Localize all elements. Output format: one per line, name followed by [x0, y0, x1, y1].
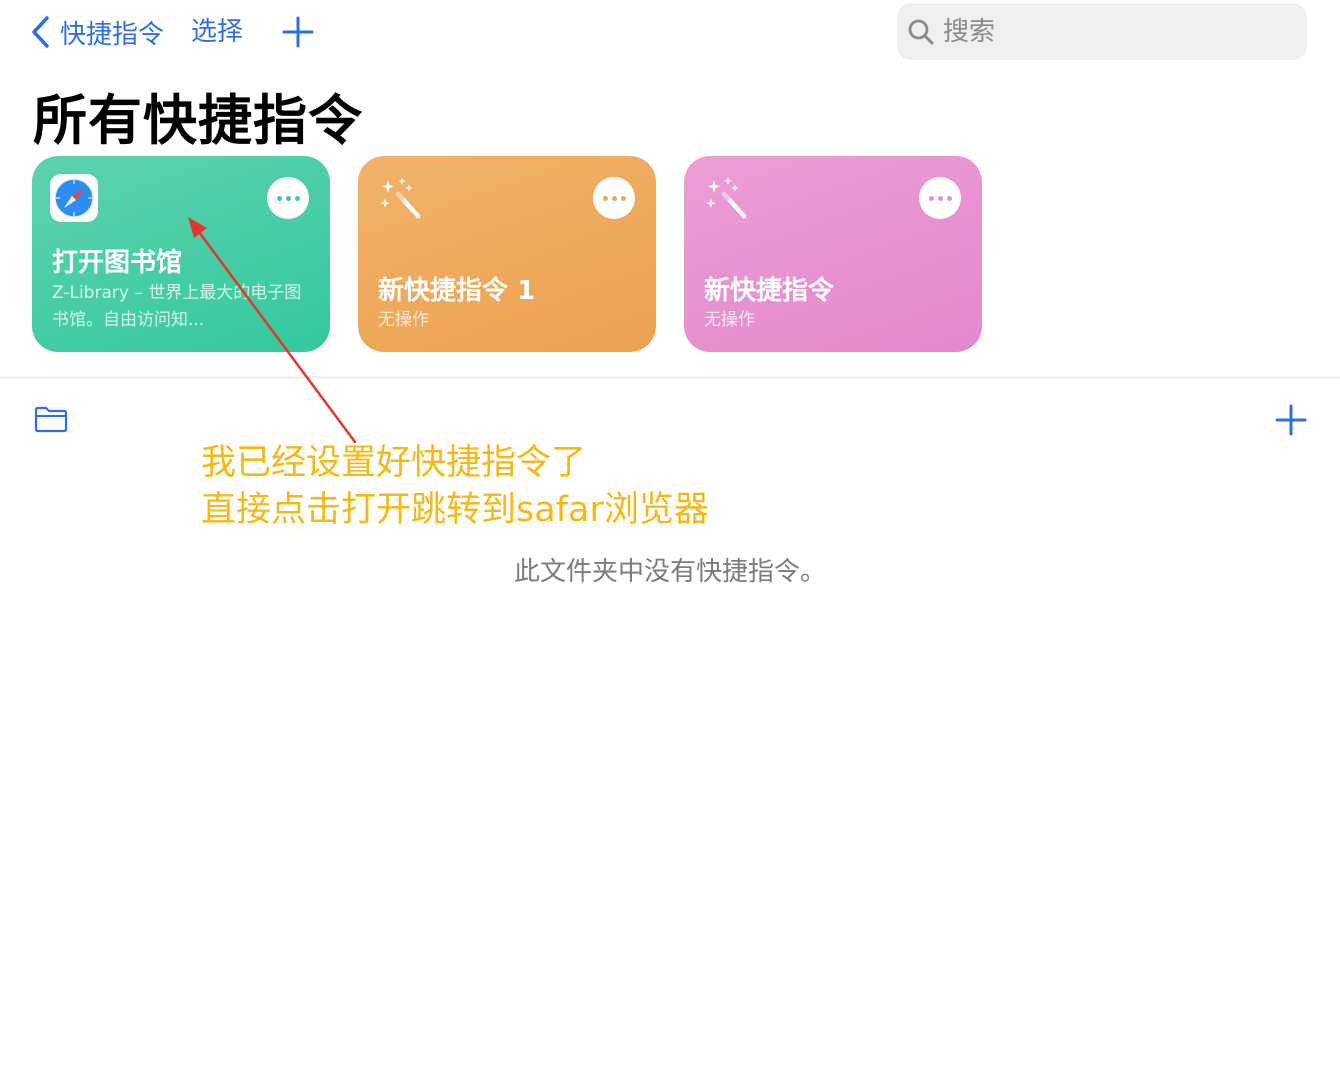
- card-title: 打开图书馆: [52, 248, 183, 278]
- search-bar[interactable]: [897, 3, 1307, 60]
- card-subtitle: 无操作: [704, 310, 755, 330]
- annotation-line-2: 直接点击打开跳转到safar浏览器: [201, 490, 709, 530]
- ellipsis-icon: [928, 195, 934, 201]
- shortcut-card-open-library[interactable]: 打开图书馆 Z-Library – 世界上最大的电子图书馆。自由访问知...: [32, 156, 330, 352]
- card-title: 新快捷指令: [704, 276, 835, 306]
- search-input[interactable]: [943, 16, 1283, 47]
- shortcuts-screen: 快捷指令 选择 所有快捷指令: [0, 0, 1340, 1080]
- empty-folder-message: 此文件夹中没有快捷指令。: [513, 557, 826, 587]
- shortcut-card-new-1[interactable]: 新快捷指令 1 无操作: [358, 156, 656, 352]
- back-button[interactable]: 快捷指令: [30, 12, 164, 52]
- card-subtitle: Z-Library – 世界上最大的电子图书馆。自由访问知...: [52, 283, 302, 330]
- annotation-line-1: 我已经设置好快捷指令了: [201, 443, 587, 483]
- card-more-button[interactable]: [593, 177, 635, 219]
- card-more-button[interactable]: [267, 177, 309, 219]
- add-shortcut-icon[interactable]: [281, 15, 315, 49]
- folder-icon[interactable]: [34, 405, 68, 433]
- card-title: 新快捷指令 1: [378, 276, 536, 306]
- chevron-left-icon: [32, 16, 49, 48]
- ellipsis-icon: [602, 195, 608, 201]
- card-more-button[interactable]: [919, 177, 961, 219]
- add-folder-icon[interactable]: [1274, 403, 1308, 437]
- back-button-label: 快捷指令: [60, 19, 165, 50]
- shortcut-card-new[interactable]: 新快捷指令 无操作: [684, 156, 982, 352]
- card-subtitle: 无操作: [378, 310, 429, 330]
- page-title: 所有快捷指令: [33, 89, 363, 152]
- ellipsis-icon: [276, 195, 282, 201]
- safari-compass-icon: [50, 174, 98, 222]
- annotation-text: 我已经设置好快捷指令了 直接点击打开跳转到safar浏览器: [201, 440, 709, 534]
- magic-wand-sparkles-icon: [380, 177, 421, 219]
- magic-wand-sparkles-icon: [706, 177, 747, 219]
- select-button[interactable]: 选择: [191, 12, 243, 52]
- search-icon: [908, 19, 934, 44]
- section-divider: [0, 376, 1340, 379]
